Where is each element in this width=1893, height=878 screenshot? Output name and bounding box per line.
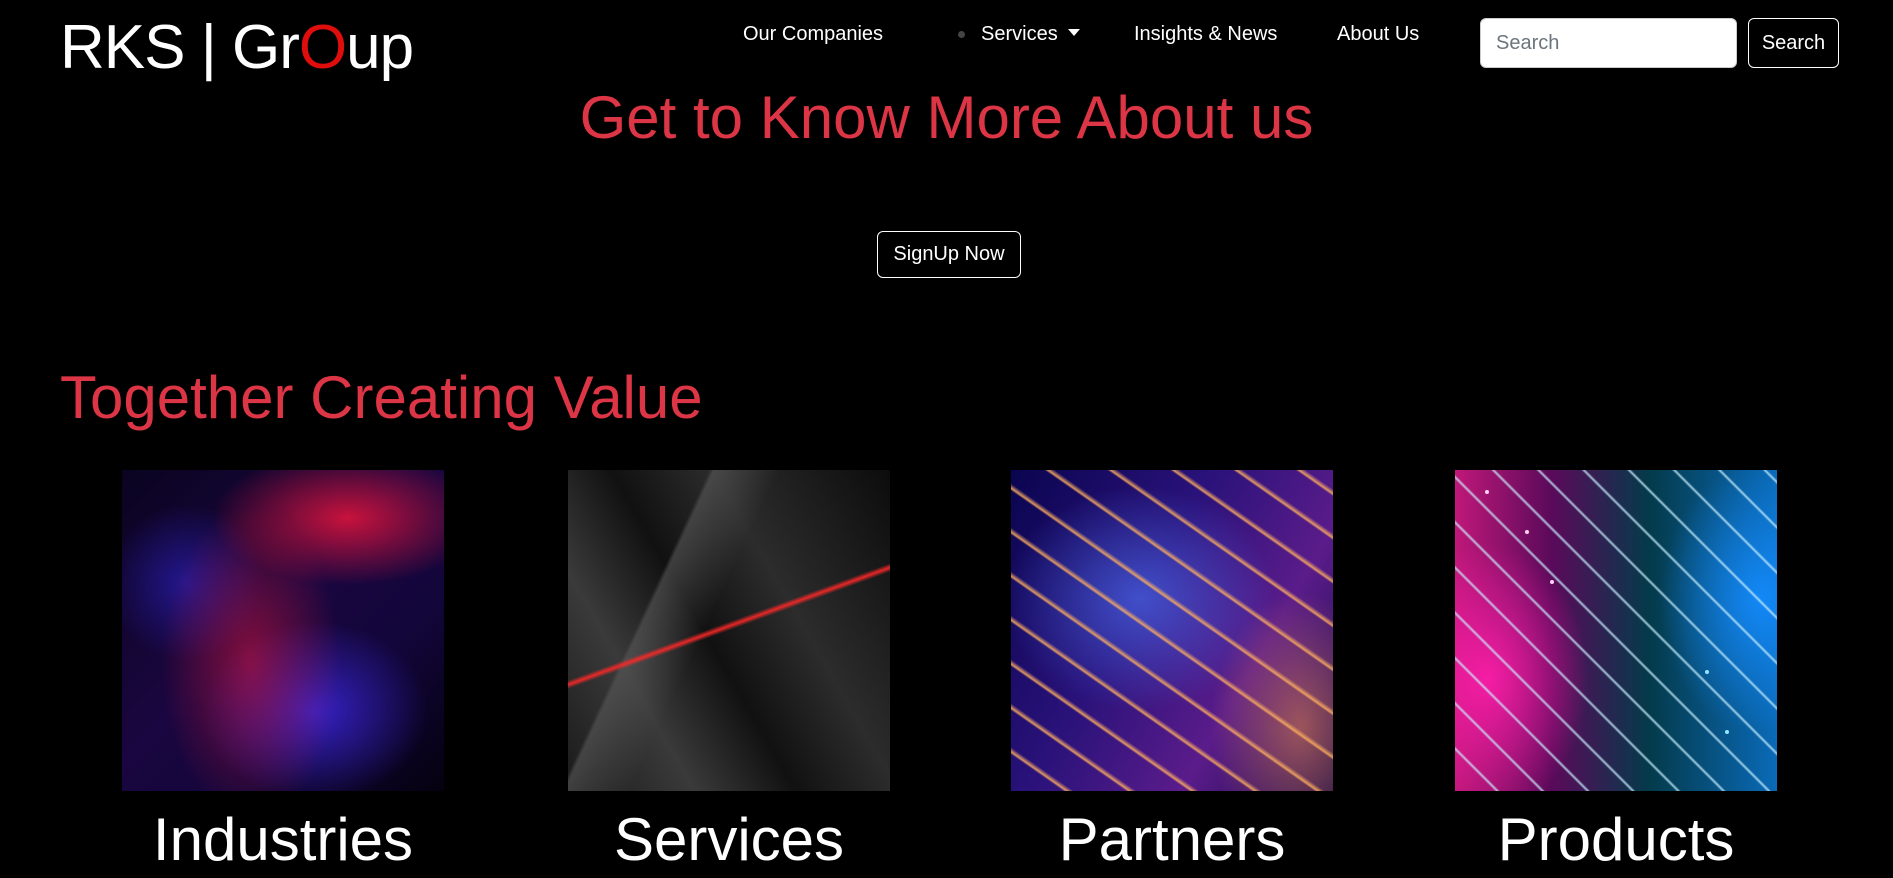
services-image [568, 470, 890, 791]
search-input[interactable] [1480, 18, 1737, 68]
navbar: RKS | GrOup Our Companies Services Insig… [0, 0, 1893, 82]
sparkle-icon [1550, 580, 1554, 584]
section-title: Together Creating Value [60, 364, 703, 431]
signup-button[interactable]: SignUp Now [877, 231, 1021, 278]
nav-about-us[interactable]: About Us [1337, 20, 1419, 48]
sparkle-icon [1725, 730, 1729, 734]
brand-prefix: RKS | Gr [60, 13, 300, 82]
industries-image [122, 470, 444, 791]
card-label-industries: Industries [152, 806, 414, 873]
sparkle-icon [1705, 670, 1709, 674]
card-products[interactable]: Products [1455, 470, 1777, 873]
card-label-partners: Partners [1058, 806, 1286, 873]
sparkle-icon [1525, 530, 1529, 534]
nav-services-dropdown[interactable]: Services [981, 20, 1080, 48]
hero-title: Get to Know More About us [579, 84, 1314, 151]
caret-down-icon [1067, 29, 1080, 37]
nav-our-companies[interactable]: Our Companies [743, 20, 883, 48]
search-button[interactable]: Search [1748, 18, 1839, 68]
sparkle-icon [1485, 490, 1489, 494]
nav-services-label: Services [981, 23, 1058, 45]
card-label-products: Products [1497, 806, 1735, 873]
card-services[interactable]: Services [568, 470, 890, 873]
card-industries[interactable]: Industries [122, 470, 444, 873]
brand-suffix: up [346, 13, 414, 82]
partners-image [1011, 470, 1333, 791]
card-label-services: Services [613, 806, 845, 873]
card-partners[interactable]: Partners [1011, 470, 1333, 873]
brand-accent-letter: O [298, 13, 347, 82]
nav-bullet-icon [958, 31, 965, 38]
nav-insights-news[interactable]: Insights & News [1134, 20, 1277, 48]
brand-logo[interactable]: RKS | GrOup [60, 8, 414, 88]
products-image [1455, 470, 1777, 791]
